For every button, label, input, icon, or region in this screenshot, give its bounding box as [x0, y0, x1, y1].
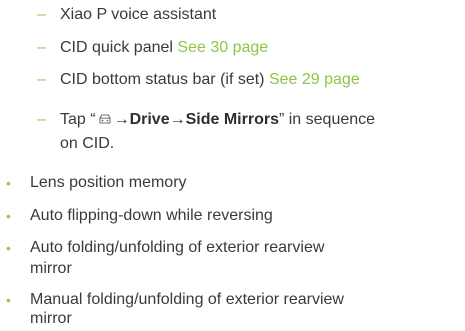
car-settings-icon	[99, 114, 111, 124]
bullet-marker: •	[6, 175, 11, 191]
menu-step-drive: Drive	[129, 111, 170, 128]
dash-marker: –	[37, 111, 46, 128]
dash-marker: –	[37, 6, 46, 23]
tap-prefix: Tap “	[60, 111, 96, 128]
bullet-marker: •	[6, 240, 11, 256]
menu-step-side-mirrors: Side Mirrors	[185, 111, 279, 128]
tap-instruction-line1: Tap “ →Drive→Side Mirrors” in sequence	[60, 109, 375, 131]
sub-item-text: CID quick panel	[60, 39, 173, 56]
feature-text: mirror	[30, 260, 72, 277]
bullet-marker: •	[6, 292, 11, 308]
dash-marker: –	[37, 39, 46, 56]
sub-item-line: CID quick panel See 30 page	[60, 37, 268, 59]
feature-text: Auto folding/unfolding of exterior rearv…	[30, 239, 325, 256]
tap-suffix: ” in sequence	[278, 111, 376, 128]
sub-item-text: CID bottom status bar (if set)	[60, 71, 265, 88]
page-reference-link[interactable]: See 30 page	[177, 39, 268, 56]
bullet-marker: •	[6, 208, 11, 224]
arrow-separator: →	[169, 111, 186, 128]
sub-item-line: CID bottom status bar (if set) See 29 pa…	[60, 69, 360, 91]
manual-page: – Xiao P voice assistant – CID quick pan…	[0, 0, 465, 331]
feature-text: mirror	[30, 310, 72, 327]
feature-text: Manual folding/unfolding of exterior rea…	[30, 291, 344, 308]
sub-item-text: Xiao P voice assistant	[60, 6, 217, 23]
page-reference-link[interactable]: See 29 page	[269, 71, 360, 88]
arrow-separator: →	[113, 111, 130, 128]
feature-text: Auto flipping-down while reversing	[30, 207, 273, 224]
tap-instruction-line2: on CID.	[60, 135, 115, 152]
feature-text: Lens position memory	[30, 174, 187, 191]
dash-marker: –	[37, 71, 46, 88]
